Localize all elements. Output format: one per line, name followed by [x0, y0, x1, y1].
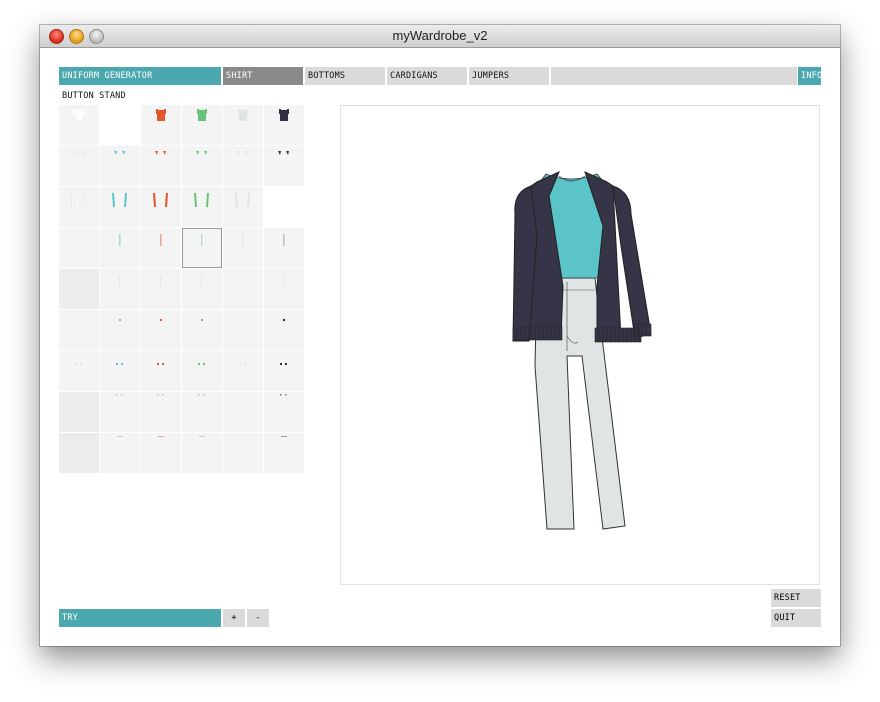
title-bar: myWardrobe_v2: [40, 25, 840, 48]
grid-cell[interactable]: [141, 269, 181, 309]
decrease-button[interactable]: -: [247, 609, 269, 627]
grid-cell[interactable]: [182, 392, 222, 432]
grid-cell[interactable]: [223, 351, 263, 391]
grid-cell[interactable]: [59, 187, 99, 227]
try-button[interactable]: TRY: [59, 609, 221, 627]
grid-cell[interactable]: [141, 187, 181, 227]
grid-cell[interactable]: [59, 228, 99, 268]
tab-jumpers[interactable]: JUMPERS: [469, 67, 549, 85]
grid-cell[interactable]: [100, 433, 140, 473]
grid-cell[interactable]: [182, 105, 222, 145]
grid-cell[interactable]: [100, 146, 140, 186]
grid-cell[interactable]: [264, 269, 304, 309]
grid-cell[interactable]: [141, 392, 181, 432]
grid-cell[interactable]: [100, 269, 140, 309]
grid-cell[interactable]: [182, 433, 222, 473]
grid-cell[interactable]: [182, 310, 222, 350]
grid-cell[interactable]: [182, 269, 222, 309]
tab-empty: [551, 67, 797, 85]
section-title: BUTTON STAND: [62, 91, 126, 101]
grid-cell[interactable]: [100, 351, 140, 391]
quit-button[interactable]: QUIT: [771, 609, 821, 627]
grid-cell[interactable]: [223, 392, 263, 432]
grid-cell[interactable]: [100, 187, 140, 227]
grid-cell[interactable]: [223, 228, 263, 268]
grid-cell[interactable]: [264, 146, 304, 186]
grid-cell[interactable]: [264, 351, 304, 391]
tab-shirt[interactable]: SHIRT: [223, 67, 303, 85]
app-window: myWardrobe_v2 UNIFORM GENERATOR SHIRT BO…: [40, 25, 840, 646]
grid-cell[interactable]: [141, 146, 181, 186]
grid-cell[interactable]: [141, 351, 181, 391]
grid-cell[interactable]: [182, 351, 222, 391]
grid-cell[interactable]: [223, 269, 263, 309]
grid-cell[interactable]: [59, 433, 99, 473]
grid-cell[interactable]: [223, 146, 263, 186]
grid-cell[interactable]: [141, 228, 181, 268]
grid-cell[interactable]: [264, 187, 304, 227]
grid-cell[interactable]: [59, 310, 99, 350]
outfit-figure: [512, 171, 652, 530]
grid-cell[interactable]: [141, 433, 181, 473]
grid-cell[interactable]: [223, 187, 263, 227]
grid-cell-selected[interactable]: [182, 228, 222, 268]
grid-cell[interactable]: [223, 310, 263, 350]
grid-cell[interactable]: [182, 146, 222, 186]
grid-cell[interactable]: [264, 392, 304, 432]
outfit-preview: [340, 105, 820, 585]
tab-uniform-generator[interactable]: UNIFORM GENERATOR: [59, 67, 221, 85]
grid-cell[interactable]: [100, 392, 140, 432]
grid-cell[interactable]: [59, 351, 99, 391]
grid-cell[interactable]: [182, 187, 222, 227]
grid-cell[interactable]: [100, 310, 140, 350]
grid-cell[interactable]: [100, 228, 140, 268]
grid-cell[interactable]: [59, 105, 99, 145]
grid-cell[interactable]: [59, 146, 99, 186]
tab-info[interactable]: INFO: [798, 67, 822, 85]
tab-bottoms[interactable]: BOTTOMS: [305, 67, 385, 85]
grid-cell[interactable]: [141, 105, 181, 145]
window-title: myWardrobe_v2: [392, 28, 488, 43]
grid-cell[interactable]: [141, 310, 181, 350]
grid-cell[interactable]: [264, 228, 304, 268]
grid-cell[interactable]: [264, 105, 304, 145]
grid-cell[interactable]: [100, 105, 140, 145]
increase-button[interactable]: +: [223, 609, 245, 627]
grid-cell[interactable]: [59, 392, 99, 432]
grid-cell[interactable]: [264, 433, 304, 473]
grid-cell[interactable]: [223, 433, 263, 473]
grid-cell[interactable]: [223, 105, 263, 145]
tab-cardigans[interactable]: CARDIGANS: [387, 67, 467, 85]
reset-button[interactable]: RESET: [771, 589, 821, 607]
grid-cell[interactable]: [264, 310, 304, 350]
grid-cell[interactable]: [59, 269, 99, 309]
